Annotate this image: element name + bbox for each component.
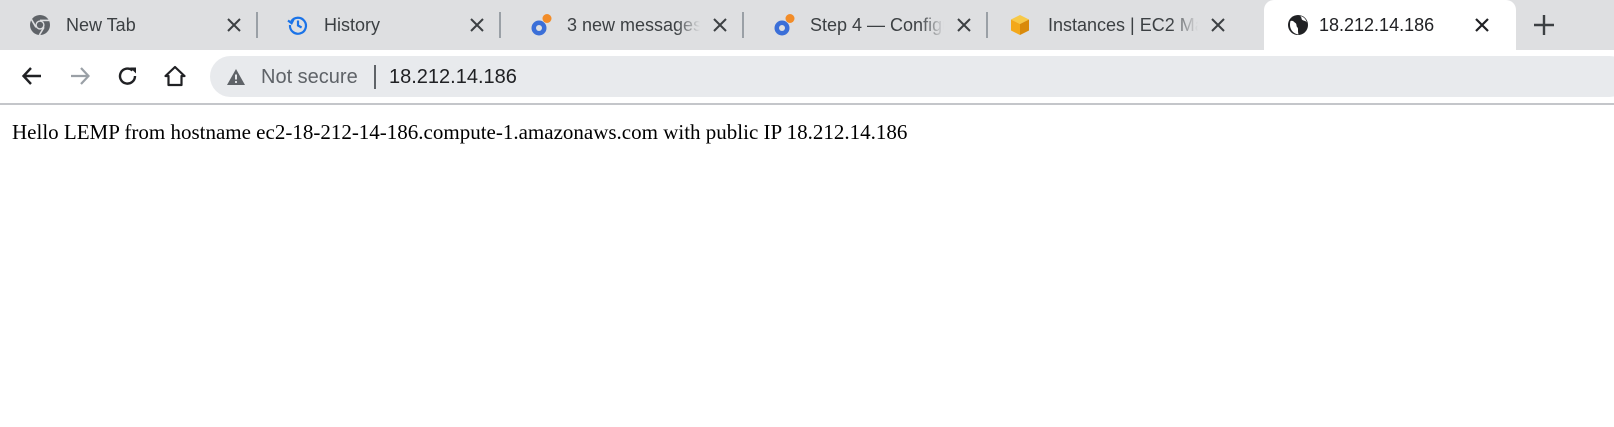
close-icon[interactable] [224,15,244,35]
omnibox-divider [374,65,376,89]
tab-active-ip[interactable]: 18.212.14.186 [1264,0,1516,50]
tab-messages[interactable]: 3 new messages [501,0,744,50]
tab-history[interactable]: History [258,0,501,50]
close-icon[interactable] [710,15,730,35]
chrome-icon [28,13,52,37]
address-bar[interactable]: Not secure 18.212.14.186 [210,56,1614,97]
tab-ec2-instances[interactable]: Instances | EC2 Management [988,0,1242,50]
back-arrow-icon[interactable] [18,62,46,90]
tab-title: 3 new messages [567,15,700,35]
close-icon[interactable] [954,15,974,35]
tab-title: Step 4 — Configuring [810,15,944,35]
tab-strip: New Tab History 3 new messages Step 4 — … [0,0,1614,50]
new-tab-plus-icon[interactable] [1530,11,1558,39]
reload-icon[interactable] [114,62,142,90]
warning-triangle-icon[interactable] [226,67,246,87]
tab-title: New Tab [66,15,136,35]
toolbar-border [0,103,1614,105]
aws-cube-icon [1008,13,1032,37]
close-icon[interactable] [1208,15,1228,35]
history-icon [286,13,310,37]
messenger-icon [529,13,553,37]
globe-icon [1286,13,1310,37]
tab-title: Instances | EC2 Management [1048,15,1198,35]
tab-step-4[interactable]: Step 4 — Configuring [744,0,988,50]
home-icon[interactable] [161,62,189,90]
browser-toolbar: Not secure 18.212.14.186 [0,50,1614,102]
url-text[interactable]: 18.212.14.186 [389,66,517,88]
messenger-icon [772,13,796,37]
tab-title: History [324,15,381,35]
tab-title: 18.212.14.186 [1319,15,1435,35]
forward-arrow-icon[interactable] [66,62,94,90]
close-icon[interactable] [1472,15,1492,35]
tab-new-tab[interactable]: New Tab [0,0,258,50]
not-secure-label[interactable]: Not secure [261,66,358,88]
close-icon[interactable] [467,15,487,35]
page-body-text: Hello LEMP from hostname ec2-18-212-14-1… [12,120,908,144]
